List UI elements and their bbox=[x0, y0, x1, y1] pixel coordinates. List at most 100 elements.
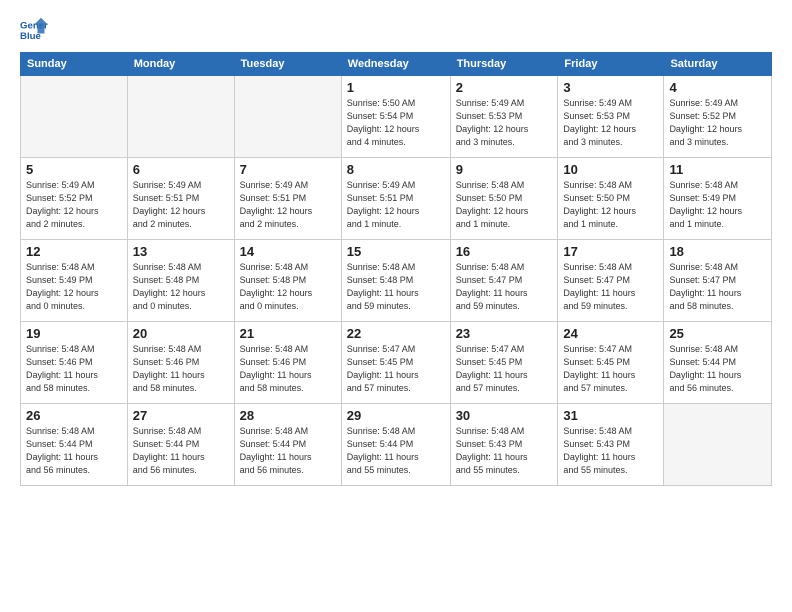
day-info: Sunrise: 5:50 AM Sunset: 5:54 PM Dayligh… bbox=[347, 97, 445, 149]
week-row-5: 26 Sunrise: 5:48 AM Sunset: 5:44 PM Dayli… bbox=[21, 404, 772, 486]
weekday-tuesday: Tuesday bbox=[234, 53, 341, 76]
day-cell: 7 Sunrise: 5:49 AM Sunset: 5:51 PM Daylig… bbox=[234, 158, 341, 240]
day-info: Sunrise: 5:48 AM Sunset: 5:44 PM Dayligh… bbox=[26, 425, 122, 477]
day-number: 12 bbox=[26, 244, 122, 259]
day-cell: 9 Sunrise: 5:48 AM Sunset: 5:50 PM Daylig… bbox=[450, 158, 558, 240]
day-cell: 16Sunrise: 5:48 AM Sunset: 5:47 PM Dayli… bbox=[450, 240, 558, 322]
day-info: Sunrise: 5:48 AM Sunset: 5:46 PM Dayligh… bbox=[26, 343, 122, 395]
day-info: Sunrise: 5:48 AM Sunset: 5:47 PM Dayligh… bbox=[456, 261, 553, 313]
day-number: 9 bbox=[456, 162, 553, 177]
day-number: 7 bbox=[240, 162, 336, 177]
day-number: 20 bbox=[133, 326, 229, 341]
day-cell: 14 Sunrise: 5:48 AM Sunset: 5:48 PM Dayli… bbox=[234, 240, 341, 322]
weekday-saturday: Saturday bbox=[664, 53, 772, 76]
day-number: 30 bbox=[456, 408, 553, 423]
day-cell bbox=[21, 76, 128, 158]
day-cell: 2 Sunrise: 5:49 AM Sunset: 5:53 PM Daylig… bbox=[450, 76, 558, 158]
day-cell: 30 Sunrise: 5:48 AM Sunset: 5:43 PM Dayli… bbox=[450, 404, 558, 486]
day-info: Sunrise: 5:48 AM Sunset: 5:44 PM Dayligh… bbox=[133, 425, 229, 477]
day-number: 21 bbox=[240, 326, 336, 341]
day-cell: 18 Sunrise: 5:48 AM Sunset: 5:47 PM Dayli… bbox=[664, 240, 772, 322]
day-info: Sunrise: 5:48 AM Sunset: 5:47 PM Dayligh… bbox=[563, 261, 658, 313]
day-info: Sunrise: 5:48 AM Sunset: 5:47 PM Dayligh… bbox=[669, 261, 766, 313]
day-number: 13 bbox=[133, 244, 229, 259]
day-cell bbox=[234, 76, 341, 158]
day-cell: 17 Sunrise: 5:48 AM Sunset: 5:47 PM Dayli… bbox=[558, 240, 664, 322]
day-cell: 4Sunrise: 5:49 AM Sunset: 5:52 PM Daylig… bbox=[664, 76, 772, 158]
day-info: Sunrise: 5:47 AM Sunset: 5:45 PM Dayligh… bbox=[456, 343, 553, 395]
day-cell: 23 Sunrise: 5:47 AM Sunset: 5:45 PM Dayli… bbox=[450, 322, 558, 404]
day-cell: 5 Sunrise: 5:49 AM Sunset: 5:52 PM Daylig… bbox=[21, 158, 128, 240]
day-cell: 25 Sunrise: 5:48 AM Sunset: 5:44 PM Dayli… bbox=[664, 322, 772, 404]
day-info: Sunrise: 5:48 AM Sunset: 5:44 PM Dayligh… bbox=[347, 425, 445, 477]
day-cell: 20Sunrise: 5:48 AM Sunset: 5:46 PM Dayli… bbox=[127, 322, 234, 404]
day-cell: 3 Sunrise: 5:49 AM Sunset: 5:53 PM Daylig… bbox=[558, 76, 664, 158]
day-cell: 13Sunrise: 5:48 AM Sunset: 5:48 PM Dayli… bbox=[127, 240, 234, 322]
day-cell: 19Sunrise: 5:48 AM Sunset: 5:46 PM Dayli… bbox=[21, 322, 128, 404]
day-info: Sunrise: 5:49 AM Sunset: 5:51 PM Dayligh… bbox=[240, 179, 336, 231]
day-info: Sunrise: 5:48 AM Sunset: 5:48 PM Dayligh… bbox=[240, 261, 336, 313]
day-cell: 29 Sunrise: 5:48 AM Sunset: 5:44 PM Dayli… bbox=[341, 404, 450, 486]
day-info: Sunrise: 5:47 AM Sunset: 5:45 PM Dayligh… bbox=[563, 343, 658, 395]
week-row-2: 5 Sunrise: 5:49 AM Sunset: 5:52 PM Daylig… bbox=[21, 158, 772, 240]
page-header: General Blue bbox=[20, 16, 772, 44]
day-number: 3 bbox=[563, 80, 658, 95]
day-number: 17 bbox=[563, 244, 658, 259]
day-info: Sunrise: 5:48 AM Sunset: 5:50 PM Dayligh… bbox=[456, 179, 553, 231]
day-number: 4 bbox=[669, 80, 766, 95]
day-info: Sunrise: 5:48 AM Sunset: 5:49 PM Dayligh… bbox=[669, 179, 766, 231]
day-number: 24 bbox=[563, 326, 658, 341]
day-number: 1 bbox=[347, 80, 445, 95]
week-row-1: 1 Sunrise: 5:50 AM Sunset: 5:54 PM Daylig… bbox=[21, 76, 772, 158]
day-cell: 27 Sunrise: 5:48 AM Sunset: 5:44 PM Dayli… bbox=[127, 404, 234, 486]
day-cell: 21 Sunrise: 5:48 AM Sunset: 5:46 PM Dayli… bbox=[234, 322, 341, 404]
day-number: 11 bbox=[669, 162, 766, 177]
day-cell: 11 Sunrise: 5:48 AM Sunset: 5:49 PM Dayli… bbox=[664, 158, 772, 240]
day-info: Sunrise: 5:48 AM Sunset: 5:50 PM Dayligh… bbox=[563, 179, 658, 231]
day-number: 22 bbox=[347, 326, 445, 341]
day-cell: 31 Sunrise: 5:48 AM Sunset: 5:43 PM Dayli… bbox=[558, 404, 664, 486]
day-cell: 22 Sunrise: 5:47 AM Sunset: 5:45 PM Dayli… bbox=[341, 322, 450, 404]
day-number: 15 bbox=[347, 244, 445, 259]
day-number: 2 bbox=[456, 80, 553, 95]
day-cell: 8Sunrise: 5:49 AM Sunset: 5:51 PM Daylig… bbox=[341, 158, 450, 240]
day-number: 26 bbox=[26, 408, 122, 423]
day-cell: 26 Sunrise: 5:48 AM Sunset: 5:44 PM Dayli… bbox=[21, 404, 128, 486]
calendar-table: SundayMondayTuesdayWednesdayThursdayFrid… bbox=[20, 52, 772, 486]
day-info: Sunrise: 5:48 AM Sunset: 5:48 PM Dayligh… bbox=[347, 261, 445, 313]
day-info: Sunrise: 5:48 AM Sunset: 5:44 PM Dayligh… bbox=[240, 425, 336, 477]
week-row-3: 12 Sunrise: 5:48 AM Sunset: 5:49 PM Dayli… bbox=[21, 240, 772, 322]
weekday-wednesday: Wednesday bbox=[341, 53, 450, 76]
day-info: Sunrise: 5:48 AM Sunset: 5:44 PM Dayligh… bbox=[669, 343, 766, 395]
day-info: Sunrise: 5:49 AM Sunset: 5:52 PM Dayligh… bbox=[26, 179, 122, 231]
day-number: 5 bbox=[26, 162, 122, 177]
weekday-monday: Monday bbox=[127, 53, 234, 76]
day-info: Sunrise: 5:49 AM Sunset: 5:53 PM Dayligh… bbox=[563, 97, 658, 149]
day-number: 29 bbox=[347, 408, 445, 423]
day-number: 31 bbox=[563, 408, 658, 423]
day-number: 6 bbox=[133, 162, 229, 177]
day-number: 18 bbox=[669, 244, 766, 259]
day-number: 28 bbox=[240, 408, 336, 423]
day-info: Sunrise: 5:48 AM Sunset: 5:46 PM Dayligh… bbox=[240, 343, 336, 395]
day-cell: 6Sunrise: 5:49 AM Sunset: 5:51 PM Daylig… bbox=[127, 158, 234, 240]
day-info: Sunrise: 5:48 AM Sunset: 5:49 PM Dayligh… bbox=[26, 261, 122, 313]
day-number: 10 bbox=[563, 162, 658, 177]
day-cell: 24 Sunrise: 5:47 AM Sunset: 5:45 PM Dayli… bbox=[558, 322, 664, 404]
day-number: 27 bbox=[133, 408, 229, 423]
day-cell: 10 Sunrise: 5:48 AM Sunset: 5:50 PM Dayli… bbox=[558, 158, 664, 240]
day-info: Sunrise: 5:49 AM Sunset: 5:53 PM Dayligh… bbox=[456, 97, 553, 149]
day-number: 14 bbox=[240, 244, 336, 259]
day-cell bbox=[664, 404, 772, 486]
day-info: Sunrise: 5:47 AM Sunset: 5:45 PM Dayligh… bbox=[347, 343, 445, 395]
day-number: 8 bbox=[347, 162, 445, 177]
day-cell: 28 Sunrise: 5:48 AM Sunset: 5:44 PM Dayli… bbox=[234, 404, 341, 486]
day-info: Sunrise: 5:48 AM Sunset: 5:43 PM Dayligh… bbox=[563, 425, 658, 477]
week-row-4: 19Sunrise: 5:48 AM Sunset: 5:46 PM Dayli… bbox=[21, 322, 772, 404]
day-cell: 15 Sunrise: 5:48 AM Sunset: 5:48 PM Dayli… bbox=[341, 240, 450, 322]
day-number: 25 bbox=[669, 326, 766, 341]
day-info: Sunrise: 5:48 AM Sunset: 5:43 PM Dayligh… bbox=[456, 425, 553, 477]
day-cell: 1 Sunrise: 5:50 AM Sunset: 5:54 PM Daylig… bbox=[341, 76, 450, 158]
weekday-header-row: SundayMondayTuesdayWednesdayThursdayFrid… bbox=[21, 53, 772, 76]
day-number: 23 bbox=[456, 326, 553, 341]
